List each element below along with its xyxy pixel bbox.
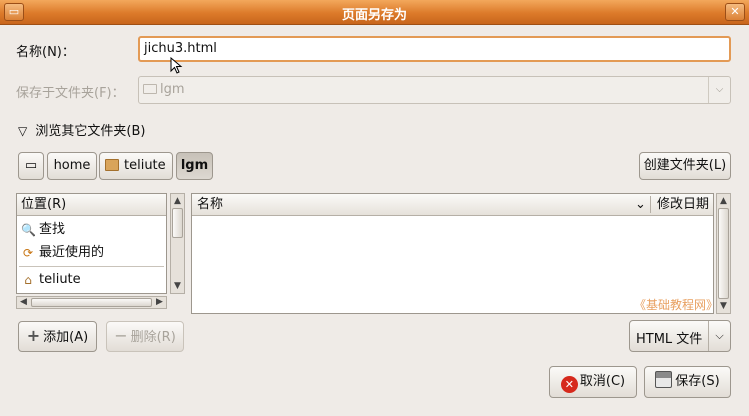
column-name-header[interactable]: 名称: [197, 197, 223, 212]
watermark: 《基础教程网》: [634, 298, 719, 312]
save-button[interactable]: 保存(S): [644, 366, 731, 398]
floppy-icon: [655, 371, 673, 388]
plus-icon: +: [26, 326, 41, 345]
cancel-label: 取消(C): [579, 374, 626, 389]
mouse-cursor-icon: [170, 57, 183, 74]
window-title: 页面另存为: [341, 8, 407, 23]
browse-expander[interactable]: ▽ 浏览其它文件夹(B): [18, 120, 145, 139]
create-folder-label: 创建文件夹(L): [643, 158, 727, 173]
scroll-right-icon[interactable]: ▶: [153, 297, 166, 308]
home-folder-icon: ⌂: [24, 273, 32, 287]
home-folder-icon: [105, 159, 119, 171]
save-label: 保存(S): [675, 374, 720, 389]
column-separator: [650, 196, 651, 213]
file-list-header: 名称 ⌄ 修改日期: [192, 194, 713, 216]
places-panel: 位置(R) 🔍 查找 ⟳ 最近使用的 ⌂ teliute: [16, 193, 167, 294]
column-modified-header[interactable]: 修改日期: [657, 194, 709, 215]
scroll-down-icon[interactable]: ▼: [717, 299, 730, 313]
path-home-button[interactable]: home: [47, 152, 97, 180]
title-bar: ▭ 页面另存为 ✕: [0, 0, 749, 25]
remove-bookmark-button: − 删除(R): [106, 321, 184, 352]
folder-icon: [143, 84, 157, 94]
places-vscroll-thumb[interactable]: [172, 208, 183, 238]
file-type-filter[interactable]: HTML 文件 ⌵: [629, 320, 731, 352]
places-header[interactable]: 位置(R): [17, 194, 166, 216]
places-vscrollbar[interactable]: ▲ ▼: [170, 193, 185, 294]
add-bookmark-button[interactable]: + 添加(A): [18, 321, 97, 352]
filename-value: jichu3.html: [144, 41, 217, 56]
scroll-left-icon[interactable]: ◀: [17, 297, 30, 308]
add-label: 添加(A): [43, 330, 89, 345]
file-list-vscrollbar[interactable]: ▲ ▼: [716, 193, 731, 314]
places-item-search[interactable]: 🔍 查找: [19, 219, 65, 241]
path-lgm-label: lgm: [180, 158, 209, 173]
places-item-recent[interactable]: ⟳ 最近使用的: [19, 242, 104, 264]
search-icon: 🔍: [21, 223, 36, 237]
path-drive-button[interactable]: ▭: [18, 152, 44, 180]
places-item-label: 查找: [39, 222, 66, 237]
scroll-up-icon[interactable]: ▲: [171, 194, 184, 208]
file-type-value: HTML 文件: [636, 332, 703, 347]
save-in-label: 保存于文件夹(F)：: [16, 86, 125, 101]
remove-label: 删除(R): [130, 330, 176, 345]
places-hscrollbar[interactable]: ◀ ▶: [16, 296, 167, 309]
name-label: 名称(N)：: [16, 45, 75, 60]
scroll-down-icon[interactable]: ▼: [171, 279, 184, 293]
close-button[interactable]: ✕: [725, 3, 745, 21]
recent-icon: ⟳: [22, 246, 34, 260]
minus-icon: −: [114, 326, 128, 345]
chevron-down-icon: ⌵: [708, 77, 730, 103]
cancel-button[interactable]: ✕ 取消(C): [549, 366, 637, 398]
file-list-vscroll-thumb[interactable]: [718, 208, 729, 299]
path-home-label: home: [53, 158, 91, 173]
places-divider: [19, 266, 164, 267]
filename-input[interactable]: jichu3.html: [138, 36, 731, 62]
close-icon: ✕: [730, 5, 740, 18]
chevron-down-icon: ⌵: [708, 321, 730, 351]
places-hscroll-thumb[interactable]: [31, 298, 152, 307]
places-item-teliute[interactable]: ⌂ teliute: [19, 269, 81, 291]
places-item-label: teliute: [39, 272, 81, 287]
path-teliute-label: teliute: [124, 158, 166, 173]
scroll-up-icon[interactable]: ▲: [717, 194, 730, 208]
path-teliute-button[interactable]: teliute: [99, 152, 173, 180]
browse-label: 浏览其它文件夹(B): [35, 124, 146, 139]
sort-indicator-icon: ⌄: [635, 197, 646, 212]
file-list[interactable]: 名称 ⌄ 修改日期 《基础教程网》: [191, 193, 719, 314]
save-in-value: lgm: [160, 82, 185, 97]
path-lgm-button[interactable]: lgm: [176, 152, 213, 180]
places-item-label: 最近使用的: [39, 245, 105, 260]
save-in-combo: lgm ⌵: [138, 76, 731, 104]
create-folder-button[interactable]: 创建文件夹(L): [639, 152, 731, 180]
drive-icon: ▭: [24, 158, 38, 173]
expander-icon: ▽: [18, 124, 28, 138]
cancel-icon: ✕: [560, 376, 578, 393]
